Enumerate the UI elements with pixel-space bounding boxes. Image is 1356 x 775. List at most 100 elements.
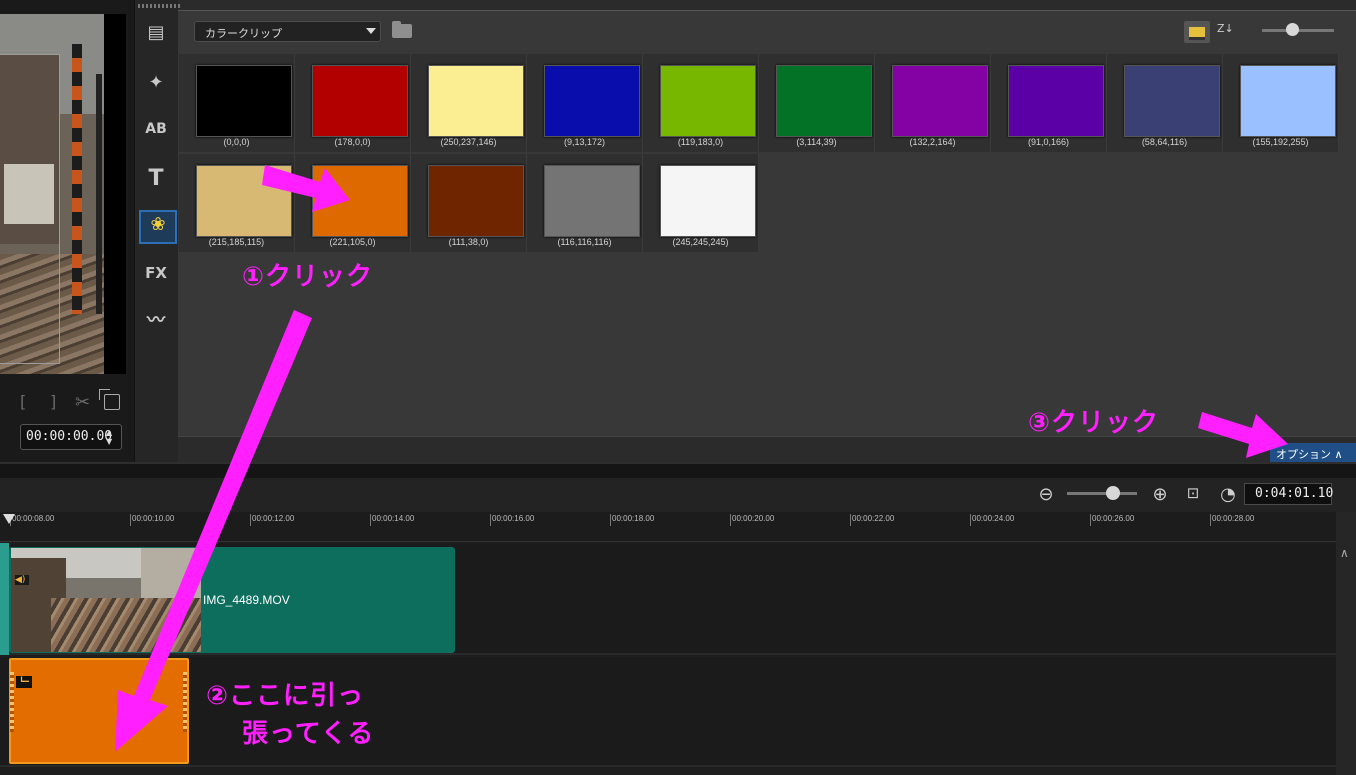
annotation-step-2-line2: 張ってくる bbox=[242, 719, 375, 749]
color-swatch[interactable] bbox=[660, 65, 756, 137]
thumbnail-view-icon[interactable] bbox=[1184, 21, 1210, 43]
color-swatch[interactable] bbox=[544, 165, 640, 237]
copy-icon[interactable] bbox=[99, 389, 120, 410]
color-clip-item[interactable]: (0,0,0) bbox=[179, 54, 295, 152]
color-swatch[interactable] bbox=[196, 165, 292, 237]
folder-icon[interactable] bbox=[392, 21, 412, 38]
ruler-tick bbox=[970, 514, 971, 526]
timeline-ruler[interactable] bbox=[0, 512, 1336, 542]
color-value-label: (9,13,172) bbox=[563, 137, 606, 147]
color-swatch[interactable] bbox=[660, 165, 756, 237]
color-clip-item[interactable]: (215,185,115) bbox=[179, 154, 295, 252]
color-clip[interactable] bbox=[9, 658, 189, 764]
color-clip-item[interactable]: (155,192,255) bbox=[1223, 54, 1339, 152]
library-bottom-bar bbox=[178, 436, 1356, 462]
color-clip-item[interactable]: (178,0,0) bbox=[295, 54, 411, 152]
playhead[interactable] bbox=[3, 514, 15, 524]
slider-knob[interactable] bbox=[1286, 23, 1299, 36]
ruler-tick-label: 00:00:26.00 bbox=[1092, 514, 1135, 523]
color-swatch[interactable] bbox=[776, 65, 872, 137]
color-value-label: (116,116,116) bbox=[557, 237, 612, 247]
project-duration: 0:04:01.10 bbox=[1244, 483, 1333, 505]
ruler-tick-label: 00:00:24.00 bbox=[972, 514, 1015, 523]
folder-select[interactable]: カラークリップ bbox=[194, 21, 381, 42]
panel-grip[interactable] bbox=[138, 4, 182, 8]
ruler-tick-label: 00:00:12.00 bbox=[252, 514, 295, 523]
color-value-label: (215,185,115) bbox=[208, 237, 265, 247]
overlay-clip-icon: ┗━ bbox=[16, 676, 32, 688]
ruler-tick bbox=[610, 514, 611, 526]
mark-in-icon[interactable]: [ bbox=[20, 392, 26, 411]
color-clip-item[interactable]: (116,116,116) bbox=[527, 154, 643, 252]
color-clip-item[interactable]: (58,64,116) bbox=[1107, 54, 1223, 152]
color-value-label: (3,114,39) bbox=[796, 137, 837, 147]
color-clip-item[interactable]: (119,183,0) bbox=[643, 54, 759, 152]
color-value-label: (178,0,0) bbox=[334, 137, 371, 147]
video-clip-name: IMG_4489.MOV bbox=[203, 593, 290, 607]
color-swatch[interactable] bbox=[544, 65, 640, 137]
timeline-zoom-slider[interactable] bbox=[1067, 492, 1137, 495]
chevron-down-icon[interactable] bbox=[366, 28, 376, 34]
sort-icon[interactable]: Z↓ bbox=[1217, 22, 1239, 44]
color-clip-item[interactable]: (250,237,146) bbox=[411, 54, 527, 152]
color-value-label: (58,64,116) bbox=[1141, 137, 1188, 147]
color-clip-item[interactable]: (3,114,39) bbox=[759, 54, 875, 152]
zoom-out-icon[interactable]: ⊖ bbox=[1036, 484, 1056, 505]
clip-trim-handle-left[interactable] bbox=[10, 672, 14, 732]
ruler-tick-label: 00:00:20.00 bbox=[732, 514, 775, 523]
color-value-label: (221,105,0) bbox=[329, 237, 376, 247]
clip-trim-handle-right[interactable] bbox=[183, 672, 187, 732]
media-icon[interactable]: ▤ bbox=[143, 20, 169, 46]
zoom-in-icon[interactable]: ⊕ bbox=[1150, 484, 1170, 505]
color-clip-item[interactable]: (91,0,166) bbox=[991, 54, 1107, 152]
color-clip-item[interactable]: (111,38,0) bbox=[411, 154, 527, 252]
color-swatch[interactable] bbox=[892, 65, 988, 137]
ruler-tick-label: 00:00:08.00 bbox=[12, 514, 55, 523]
ruler-tick bbox=[370, 514, 371, 526]
title-icon[interactable]: T bbox=[143, 166, 169, 192]
color-value-label: (250,237,146) bbox=[440, 137, 497, 147]
instant-project-icon[interactable]: ✦ bbox=[143, 70, 169, 96]
annotation-step-2: ②ここに引っ 張ってくる bbox=[206, 677, 374, 753]
color-swatch[interactable] bbox=[428, 165, 524, 237]
panel-divider[interactable] bbox=[0, 462, 1356, 478]
color-clip-item[interactable]: (9,13,172) bbox=[527, 54, 643, 152]
speaker-icon: ◀) bbox=[15, 575, 29, 585]
overlay-track[interactable] bbox=[0, 657, 1336, 767]
preview-pole bbox=[96, 74, 102, 314]
options-button[interactable]: オプション ∧ bbox=[1270, 443, 1356, 462]
ruler-tick-label: 00:00:10.00 bbox=[132, 514, 175, 523]
ruler-tick bbox=[250, 514, 251, 526]
scissors-icon[interactable]: ✂ bbox=[75, 392, 90, 413]
chevron-up-icon[interactable]: ∧ bbox=[1340, 546, 1349, 560]
timecode-spinner-icon[interactable]: ▲ ▼ bbox=[106, 428, 112, 446]
ruler-tick-label: 00:00:14.00 bbox=[372, 514, 415, 523]
color-swatch[interactable] bbox=[1008, 65, 1104, 137]
color-swatch[interactable] bbox=[1240, 65, 1336, 137]
fit-project-icon[interactable]: ⊡ bbox=[1183, 484, 1203, 502]
color-swatch[interactable] bbox=[312, 165, 408, 237]
transition-icon[interactable]: AB bbox=[143, 116, 169, 142]
color-clip-item[interactable]: (245,245,245) bbox=[643, 154, 759, 252]
mark-out-icon[interactable]: ] bbox=[50, 392, 56, 411]
ruler-tick bbox=[130, 514, 131, 526]
slider-knob[interactable] bbox=[1106, 486, 1120, 500]
motion-path-icon[interactable]: 〰 bbox=[143, 308, 169, 334]
color-swatch[interactable] bbox=[196, 65, 292, 137]
track-edge-marker bbox=[0, 543, 9, 655]
color-swatch[interactable] bbox=[428, 65, 524, 137]
clock-icon[interactable]: ◔ bbox=[1218, 484, 1238, 505]
graphics-icon[interactable]: ❀ bbox=[139, 210, 177, 244]
color-swatch[interactable] bbox=[1124, 65, 1220, 137]
color-value-label: (119,183,0) bbox=[677, 137, 724, 147]
ruler-tick bbox=[1090, 514, 1091, 526]
color-swatch[interactable] bbox=[312, 65, 408, 137]
filter-icon[interactable]: FX bbox=[143, 260, 169, 286]
color-clip-item[interactable]: (132,2,164) bbox=[875, 54, 991, 152]
color-value-label: (245,245,245) bbox=[672, 237, 729, 247]
color-clip-item[interactable]: (221,105,0) bbox=[295, 154, 411, 252]
color-value-label: (132,2,164) bbox=[909, 137, 956, 147]
color-value-label: (91,0,166) bbox=[1027, 137, 1070, 147]
ruler-tick-label: 00:00:18.00 bbox=[612, 514, 655, 523]
ruler-tick bbox=[490, 514, 491, 526]
